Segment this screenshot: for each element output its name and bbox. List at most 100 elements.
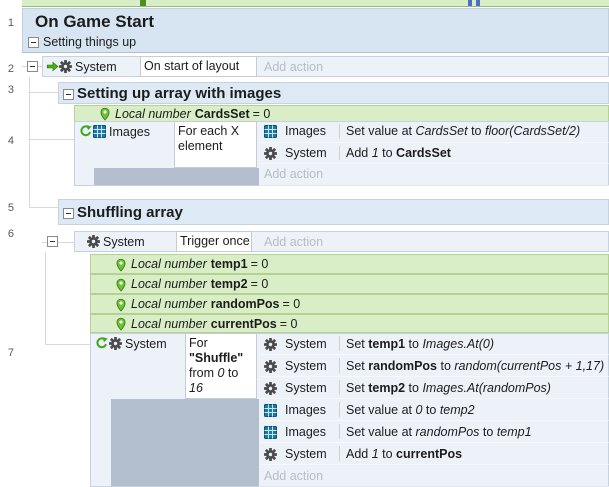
collapse-toggle[interactable] xyxy=(63,89,74,100)
condition-cell[interactable]: For each X element xyxy=(174,121,257,168)
text-segment: Set xyxy=(346,381,368,395)
local-variable-row[interactable]: Local numbertemp2= 0 xyxy=(90,274,609,294)
pin-icon xyxy=(115,298,128,312)
action-row[interactable]: Images Set value at CardsSet to floor(Car… xyxy=(259,121,609,143)
action-row[interactable]: SystemAdd 1 to CardsSet xyxy=(259,143,609,165)
action-object-name: Images xyxy=(285,124,326,139)
text-segment: to xyxy=(479,425,496,439)
condition-cell[interactable]: On start of layout xyxy=(140,56,257,77)
text-segment: to xyxy=(405,337,422,351)
variable-type: Local number xyxy=(131,257,207,271)
pin-icon xyxy=(115,317,128,331)
local-variable-row[interactable]: Local numbertemp1= 0 xyxy=(90,254,609,274)
group-title: On Game Start xyxy=(35,12,154,32)
collapse-toggle[interactable] xyxy=(28,37,39,48)
event-block[interactable]: SystemFor "Shuffle" from 0 to 16SystemSe… xyxy=(90,333,609,487)
text-segment: Set value at xyxy=(346,124,416,138)
loop-icon xyxy=(95,337,108,351)
action-text: Add 1 to CardsSet xyxy=(346,146,451,161)
action-object-name: System xyxy=(285,359,327,374)
action-row[interactable]: SystemSet randomPos to random(currentPos… xyxy=(259,355,609,377)
text-segment: to xyxy=(379,447,396,461)
action-divider xyxy=(339,358,340,373)
variable-name: randomPos xyxy=(211,297,280,311)
local-variable-row[interactable]: Local numberrandomPos= 0 xyxy=(90,294,609,314)
collapse-toggle[interactable] xyxy=(63,208,74,219)
object-name: System xyxy=(125,337,167,352)
gear-icon xyxy=(264,147,277,161)
action-divider xyxy=(339,336,340,351)
group-header-shuffle[interactable]: Shuffling array xyxy=(58,199,609,225)
text-segment: Add xyxy=(346,447,372,461)
variable-type: Local number xyxy=(115,107,191,121)
object-name: System xyxy=(103,235,145,250)
action-divider xyxy=(339,146,340,161)
add-action-link[interactable]: Add action xyxy=(264,167,323,181)
array-grid-icon xyxy=(264,426,277,440)
text-segment: Add xyxy=(346,146,372,160)
variable-value: = 0 xyxy=(283,297,301,311)
event-block[interactable]: Images For each X elementImages Set value … xyxy=(74,121,609,186)
text-segment: to xyxy=(437,359,454,373)
local-variable-row[interactable]: Local numbercurrentPos= 0 xyxy=(90,314,609,333)
tree-guide-line xyxy=(29,207,58,208)
gear-icon xyxy=(264,338,277,352)
action-text: Add 1 to currentPos xyxy=(346,447,462,462)
condition-cell[interactable]: Trigger once xyxy=(176,231,252,252)
event-sheet: 1234567On Game StartSetting things upSys… xyxy=(0,0,609,487)
text-segment: For xyxy=(189,336,208,350)
gear-icon xyxy=(264,448,277,462)
local-variable-row[interactable]: Local numberCardsSet= 0 xyxy=(74,105,609,122)
event-block[interactable]: System Trigger once Add action xyxy=(74,231,609,252)
group-title: Shuffling array xyxy=(77,204,183,221)
variable-text: Local numberrandomPos= 0 xyxy=(131,297,300,312)
text-segment: "Shuffle" xyxy=(189,351,243,365)
action-text: Set value at CardsSet to floor(CardsSet/… xyxy=(346,124,580,139)
group-header-main[interactable]: On Game StartSetting things up xyxy=(22,8,609,53)
text-segment: Images.At(randomPos) xyxy=(422,381,551,395)
group-header-setup[interactable]: Setting up array with images xyxy=(58,82,609,104)
add-action-link[interactable]: Add action xyxy=(264,60,323,74)
tree-guide-line xyxy=(58,242,74,243)
add-action-row[interactable]: Add action xyxy=(259,164,609,186)
action-text: Set temp2 to Images.At(randomPos) xyxy=(346,381,551,396)
text-segment: to xyxy=(468,124,485,138)
text-segment: 1 xyxy=(372,146,379,160)
variable-type: Local number xyxy=(131,317,207,331)
text-segment: to xyxy=(422,403,439,417)
action-divider xyxy=(339,446,340,461)
row-number: 3 xyxy=(0,84,14,96)
action-object-name: Images xyxy=(285,425,326,440)
gear-icon xyxy=(109,337,122,351)
pin-icon xyxy=(99,107,112,121)
partial-variable-row xyxy=(22,0,609,7)
variable-value: = 0 xyxy=(251,257,269,271)
row-number: 5 xyxy=(0,202,14,214)
event-block[interactable]: SystemOn start of layoutAdd action xyxy=(42,56,609,77)
add-action-link[interactable]: Add action xyxy=(264,469,323,483)
action-row[interactable]: SystemAdd 1 to currentPos xyxy=(259,443,609,465)
variable-text: Local numbercurrentPos= 0 xyxy=(131,317,297,332)
action-row[interactable]: SystemSet temp1 to Images.At(0) xyxy=(259,333,609,355)
action-row[interactable]: ImagesSet value at 0 to temp2 xyxy=(259,399,609,421)
trigger-arrow-icon xyxy=(46,60,59,74)
text-fragment xyxy=(468,0,472,6)
add-action-link[interactable]: Add action xyxy=(264,235,323,249)
action-text: Set temp1 to Images.At(0) xyxy=(346,337,494,352)
gear-icon xyxy=(264,360,277,374)
collapse-toggle[interactable] xyxy=(47,236,58,247)
text-segment: 1 xyxy=(372,447,379,461)
text-segment: to xyxy=(224,366,238,380)
text-segment: temp1 xyxy=(368,337,405,351)
variable-text: Local numberCardsSet= 0 xyxy=(115,107,270,122)
add-action-row[interactable]: Add action xyxy=(259,465,609,487)
condition-cell[interactable]: For "Shuffle" from 0 to 16 xyxy=(185,333,257,399)
action-divider xyxy=(339,402,340,417)
collapse-toggle[interactable] xyxy=(27,61,38,72)
row-number: 1 xyxy=(0,17,14,29)
array-grid-icon xyxy=(264,125,277,139)
action-row[interactable]: SystemSet temp2 to Images.At(randomPos) xyxy=(259,377,609,399)
action-row[interactable]: ImagesSet value at randomPos to temp1 xyxy=(259,421,609,443)
text-segment: Set value at xyxy=(346,403,416,417)
text-segment: Trigger once xyxy=(180,234,250,248)
